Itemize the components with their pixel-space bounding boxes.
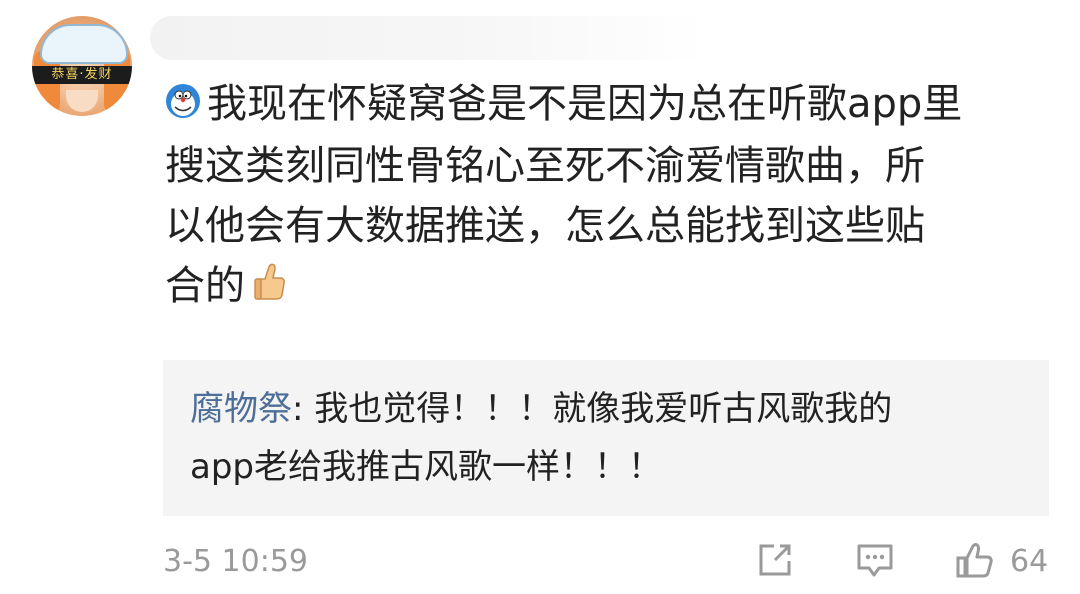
like-count: 64 (1010, 544, 1049, 579)
comment-body: 我现在怀疑窝爸是不是因为总在听歌app里 搜这类刻同性骨铭心至死不渝爱情歌曲，所… (165, 74, 1055, 318)
comment-icon[interactable] (855, 540, 895, 580)
reply-line-2: app老给我推古风歌一样！！！ (190, 447, 662, 487)
avatar-hat (40, 24, 128, 64)
avatar[interactable]: 恭喜·发财 (32, 16, 132, 116)
thumbs-up-emoji-icon (251, 258, 287, 318)
comment-line-3: 以他会有大数据推送，怎么总能找到这些贴 (165, 203, 925, 249)
like-icon[interactable] (955, 540, 995, 580)
reply-separator: : (292, 389, 315, 429)
reply-box[interactable]: 腐物祭: 我也觉得！！！就像我爱听古风歌我的 app老给我推古风歌一样！！！ (163, 360, 1049, 516)
avatar-face (66, 90, 98, 112)
comment-line-4-text: 合的 (165, 263, 245, 309)
share-icon[interactable] (755, 540, 795, 580)
reply-author-link[interactable]: 腐物祭 (190, 389, 292, 429)
comment-line-1-text: 我现在怀疑窝爸是不是因为总在听歌app里 (207, 81, 963, 127)
comment-line-1: 我现在怀疑窝爸是不是因为总在听歌app里 (165, 74, 1055, 136)
avatar-badge-text: 恭喜·发财 (32, 66, 132, 84)
timestamp: 3-5 10:59 (163, 544, 308, 579)
username-blurred (150, 16, 710, 60)
doraemon-emoji-icon (165, 76, 201, 136)
comment-line-2: 搜这类刻同性骨铭心至死不渝爱情歌曲，所 (165, 143, 925, 189)
reply-line-1-text: 我也觉得！！！就像我爱听古风歌我的 (314, 389, 893, 429)
comment-line-4: 合的 (165, 256, 1055, 318)
reply-text: 腐物祭: 我也觉得！！！就像我爱听古风歌我的 app老给我推古风歌一样！！！ (190, 380, 1030, 496)
reply-line-1: 腐物祭: 我也觉得！！！就像我爱听古风歌我的 (190, 380, 1030, 438)
